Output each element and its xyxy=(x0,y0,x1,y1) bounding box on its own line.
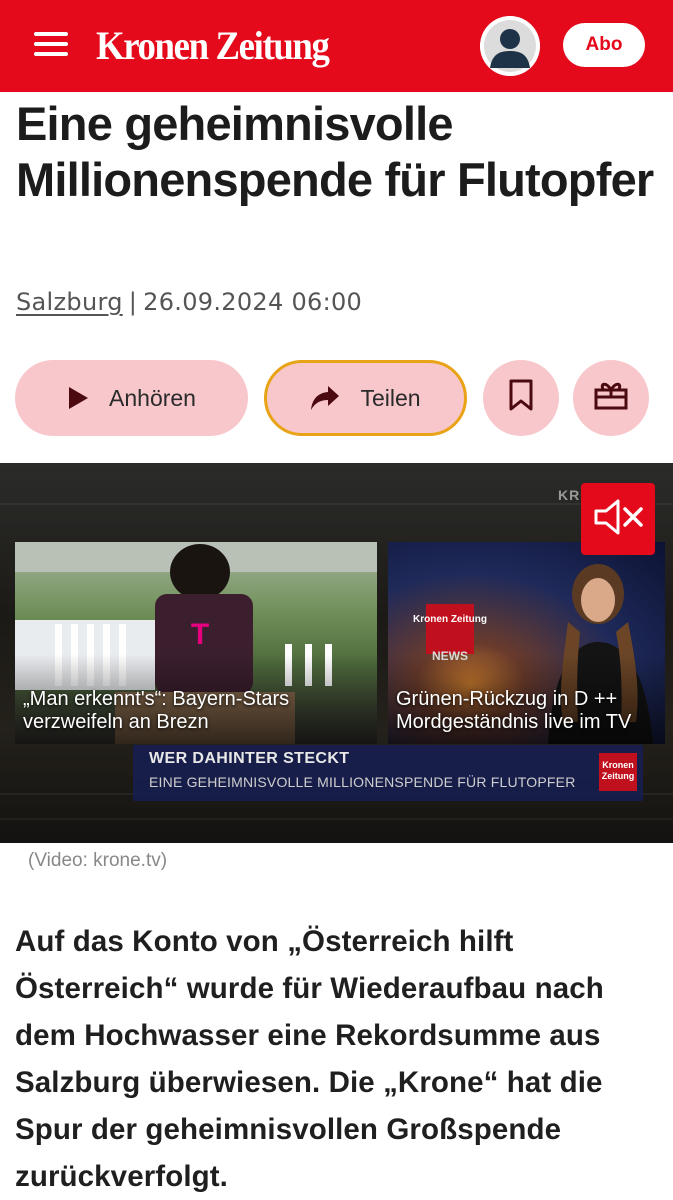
lower-third-subtitle: EINE GEHEIMNISVOLLE MILLIONENSPENDE FÜR … xyxy=(149,774,576,790)
gift-button[interactable] xyxy=(573,360,649,436)
lower-third-title: WER DAHINTER STECKT xyxy=(149,750,350,767)
meta-separator: | xyxy=(128,288,138,316)
speaker-muted-icon xyxy=(592,497,644,542)
svg-text:T: T xyxy=(191,618,209,651)
gift-icon xyxy=(594,380,628,416)
menu-line xyxy=(34,52,68,56)
video-player[interactable]: KRONE TV T „Man erkennt's“: Bayern-Stars… xyxy=(0,463,673,843)
location-link[interactable]: Salzburg xyxy=(16,288,123,316)
top-bar: Kronen Zeitung Abo xyxy=(0,0,673,92)
article-lead: Auf das Konto von „Österreich hilft Öste… xyxy=(15,925,604,1193)
share-arrow-icon xyxy=(310,385,340,411)
menu-line xyxy=(34,42,68,46)
lower-third-logo: Kronen Zeitung xyxy=(599,753,637,791)
mute-button[interactable] xyxy=(581,483,655,555)
video-lower-third: WER DAHINTER STECKT EINE GEHEIMNISVOLLE … xyxy=(133,745,643,801)
article-headline: Eine geheimnisvolle Millionenspende für … xyxy=(16,97,654,206)
news-badge-top: Kronen Zeitung xyxy=(413,614,487,625)
water-texture xyxy=(0,818,673,820)
tile-caption: Grünen-Rückzug in D ++ Mordgeständnis li… xyxy=(396,688,632,733)
tile-caption: „Man erkennt's“: Bayern-Stars verzweifel… xyxy=(23,688,290,733)
water-texture xyxy=(0,503,673,505)
site-logo[interactable]: Kronen Zeitung xyxy=(96,22,330,70)
share-label: Teilen xyxy=(360,384,421,411)
video-recommendation-tile[interactable]: Kronen Zeitung NEWS Grünen-Rückzug in D … xyxy=(388,542,665,744)
listen-label: Anhören xyxy=(109,384,196,411)
abo-button[interactable]: Abo xyxy=(563,23,645,67)
video-recommendation-tile[interactable]: T „Man erkennt's“: Bayern-Stars verzweif… xyxy=(15,542,377,744)
user-avatar-icon[interactable] xyxy=(480,16,540,76)
listen-button[interactable]: Anhören xyxy=(15,360,248,436)
play-icon xyxy=(67,386,89,410)
hamburger-menu-icon[interactable] xyxy=(34,32,70,58)
video-credit: (Video: krone.tv) xyxy=(28,850,168,871)
bookmark-button[interactable] xyxy=(483,360,559,436)
user-silhouette-icon xyxy=(480,16,540,76)
bookmark-icon xyxy=(508,379,534,417)
menu-line xyxy=(34,32,68,36)
share-button[interactable]: Teilen xyxy=(264,360,467,436)
publish-datetime: 26.09.2024 06:00 xyxy=(143,288,363,316)
article-meta: Salzburg | 26.09.2024 06:00 xyxy=(16,288,362,316)
